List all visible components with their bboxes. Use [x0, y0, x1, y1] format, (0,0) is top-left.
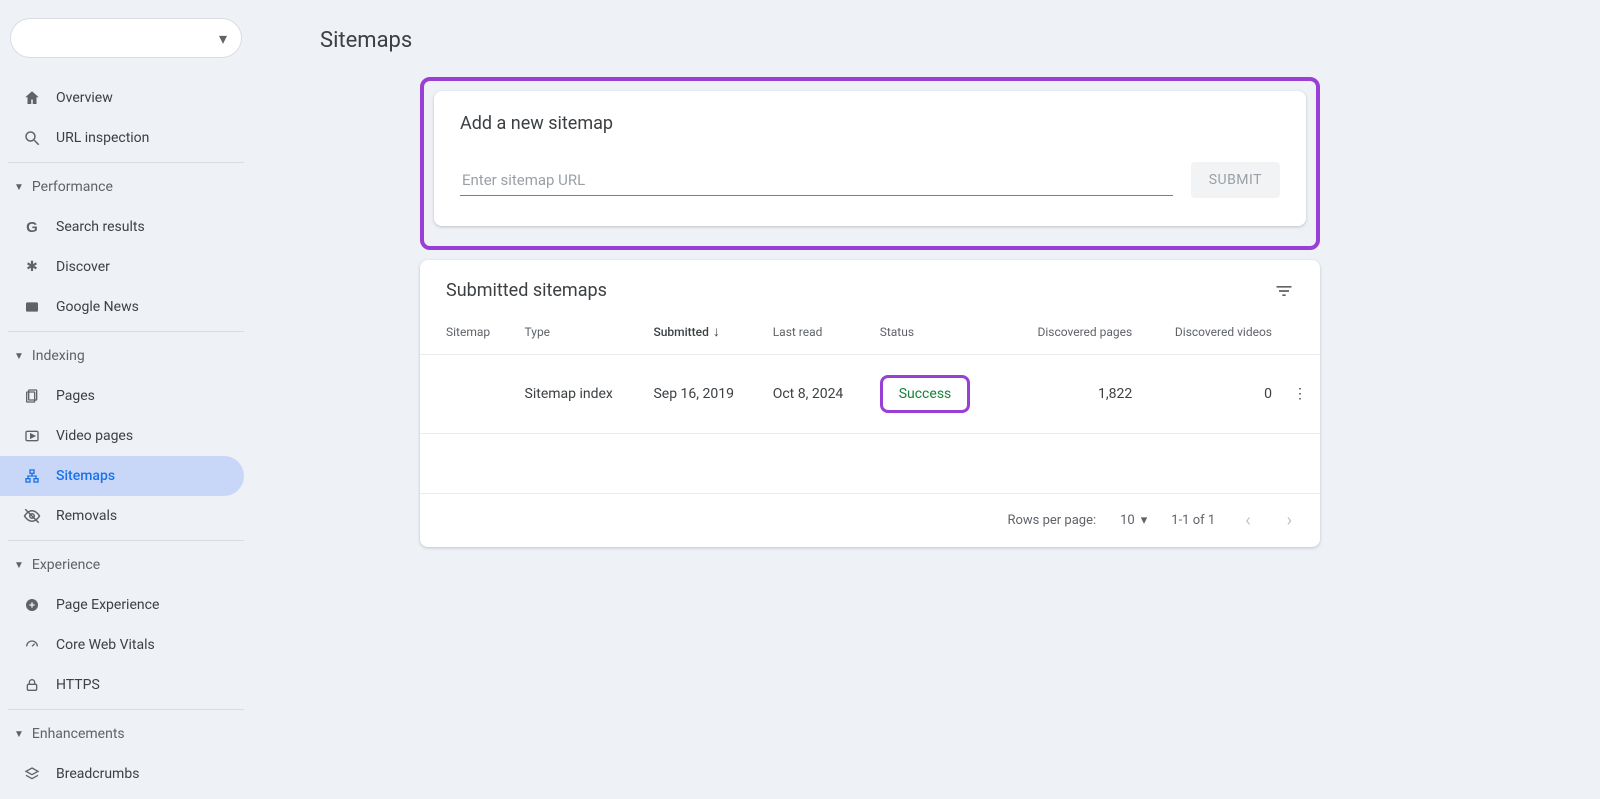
submit-button[interactable]: SUBMIT — [1191, 162, 1280, 198]
sidebar-item-label: Video pages — [56, 428, 133, 444]
sidebar-item-label: Removals — [56, 508, 117, 524]
sidebar-item-label: Sitemaps — [56, 468, 115, 484]
sidebar-item-label: Overview — [56, 90, 113, 106]
chevron-down-icon: ▾ — [1141, 513, 1148, 528]
star-icon: ✱ — [22, 257, 42, 277]
layers-icon — [22, 764, 42, 784]
lock-icon — [22, 675, 42, 695]
sidebar-item-url-inspection[interactable]: URL inspection — [0, 118, 244, 158]
col-sitemap[interactable]: Sitemap — [420, 309, 517, 355]
col-type[interactable]: Type — [517, 309, 646, 355]
section-indexing[interactable]: ▼ Indexing — [0, 336, 252, 376]
news-icon — [22, 297, 42, 317]
table-row[interactable]: Sitemap index Sep 16, 2019 Oct 8, 2024 S… — [420, 355, 1320, 434]
sidebar-item-video-pages[interactable]: Video pages — [0, 416, 244, 456]
sidebar-item-label: Google News — [56, 299, 139, 315]
status-badge: Success — [880, 375, 971, 413]
rows-per-page-select[interactable]: 10 ▾ — [1120, 513, 1147, 528]
sidebar-item-search-results[interactable]: G Search results — [0, 207, 244, 247]
section-label: Enhancements — [32, 726, 125, 742]
main-content: Sitemaps Add a new sitemap SUBMIT Submit… — [252, 0, 1600, 799]
submitted-title: Submitted sitemaps — [446, 280, 607, 301]
submitted-sitemaps-card: Submitted sitemaps Sitemap Type Submitte… — [420, 260, 1320, 547]
sitemap-icon — [22, 466, 42, 486]
sidebar: ▾ Overview URL inspection ▼ Performance … — [0, 0, 252, 799]
row-menu-button[interactable]: ⋮ — [1280, 355, 1320, 434]
sidebar-item-label: Search results — [56, 219, 145, 235]
add-sitemap-highlight: Add a new sitemap SUBMIT — [420, 77, 1320, 250]
col-videos[interactable]: Discovered videos — [1140, 309, 1280, 355]
sitemaps-table: Sitemap Type Submitted↓ Last read Status… — [420, 309, 1320, 494]
col-pages[interactable]: Discovered pages — [1003, 309, 1140, 355]
section-label: Performance — [32, 179, 113, 195]
sitemap-url-input[interactable] — [460, 165, 1173, 196]
video-icon — [22, 426, 42, 446]
cell-submitted: Sep 16, 2019 — [645, 355, 764, 434]
pager: Rows per page: 10 ▾ 1-1 of 1 ‹ › — [420, 494, 1320, 547]
sidebar-item-label: Pages — [56, 388, 95, 404]
sidebar-item-overview[interactable]: Overview — [0, 78, 244, 118]
pager-prev[interactable]: ‹ — [1239, 510, 1256, 531]
cell-type: Sitemap index — [517, 355, 646, 434]
eye-off-icon — [22, 506, 42, 526]
pager-range: 1-1 of 1 — [1171, 513, 1215, 528]
section-label: Indexing — [32, 348, 85, 364]
google-icon: G — [22, 217, 42, 237]
speed-icon — [22, 635, 42, 655]
add-sitemap-title: Add a new sitemap — [460, 113, 1280, 134]
cell-videos: 0 — [1140, 355, 1280, 434]
search-icon — [22, 128, 42, 148]
rows-per-page-label: Rows per page: — [1007, 513, 1096, 528]
sidebar-item-page-experience[interactable]: Page Experience — [0, 585, 244, 625]
sidebar-item-sitemaps[interactable]: Sitemaps — [0, 456, 244, 496]
section-label: Experience — [32, 557, 100, 573]
section-enhancements[interactable]: ▼ Enhancements — [0, 714, 252, 754]
add-sitemap-card: Add a new sitemap SUBMIT — [434, 91, 1306, 226]
col-submitted[interactable]: Submitted↓ — [645, 309, 764, 355]
circle-plus-icon — [22, 595, 42, 615]
col-last-read[interactable]: Last read — [765, 309, 872, 355]
cell-pages: 1,822 — [1003, 355, 1140, 434]
divider — [8, 709, 244, 710]
cell-last-read: Oct 8, 2024 — [765, 355, 872, 434]
col-status[interactable]: Status — [872, 309, 1004, 355]
chevron-down-icon: ▼ — [14, 351, 24, 362]
section-experience[interactable]: ▼ Experience — [0, 545, 252, 585]
sidebar-item-google-news[interactable]: Google News — [0, 287, 244, 327]
chevron-down-icon: ▼ — [14, 729, 24, 740]
sidebar-item-pages[interactable]: Pages — [0, 376, 244, 416]
divider — [8, 331, 244, 332]
filter-icon[interactable] — [1274, 281, 1294, 301]
sort-down-icon: ↓ — [713, 324, 720, 340]
sidebar-item-breadcrumbs[interactable]: Breadcrumbs — [0, 754, 244, 794]
chevron-down-icon: ▼ — [14, 182, 24, 193]
chevron-down-icon: ▼ — [14, 560, 24, 571]
property-selector[interactable]: ▾ — [10, 18, 242, 58]
sidebar-item-label: Discover — [56, 259, 110, 275]
sidebar-item-label: Page Experience — [56, 597, 159, 613]
sidebar-item-label: Core Web Vitals — [56, 637, 155, 653]
chevron-down-icon: ▾ — [219, 29, 227, 48]
divider — [8, 540, 244, 541]
sidebar-item-core-web-vitals[interactable]: Core Web Vitals — [0, 625, 244, 665]
page-title: Sitemaps — [320, 0, 1600, 77]
sidebar-item-label: Breadcrumbs — [56, 766, 139, 782]
sidebar-item-removals[interactable]: Removals — [0, 496, 244, 536]
divider — [8, 162, 244, 163]
cell-sitemap — [420, 355, 517, 434]
sidebar-item-discover[interactable]: ✱ Discover — [0, 247, 244, 287]
cell-status: Success — [872, 355, 1004, 434]
sidebar-item-https[interactable]: HTTPS — [0, 665, 244, 705]
sidebar-item-label: URL inspection — [56, 130, 149, 146]
sidebar-item-label: HTTPS — [56, 677, 100, 693]
section-performance[interactable]: ▼ Performance — [0, 167, 252, 207]
home-icon — [22, 88, 42, 108]
pager-next[interactable]: › — [1281, 510, 1298, 531]
pages-icon — [22, 386, 42, 406]
